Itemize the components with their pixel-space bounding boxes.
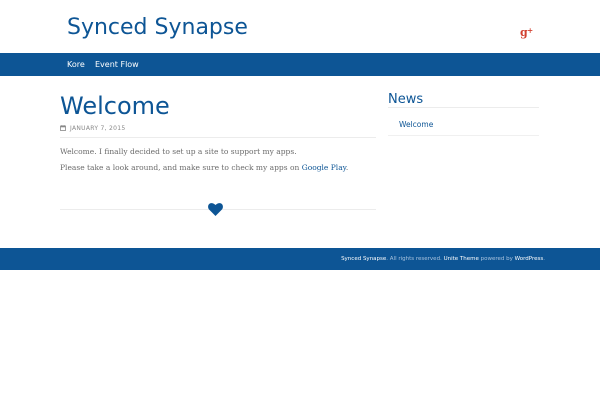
post-paragraph-2: Please take a look around, and make sure…: [60, 163, 348, 173]
post-paragraph-1: Welcome. I finally decided to set up a s…: [60, 147, 297, 156]
unite-theme-link[interactable]: Unite Theme: [444, 256, 479, 262]
post-date[interactable]: JANUARY 7, 2015: [70, 124, 126, 133]
google-plus-sign: +: [527, 26, 533, 35]
site-footer: Synced Synapse. All rights reserved. Uni…: [0, 248, 600, 270]
footer-powered-by: powered by: [480, 256, 513, 262]
site-title[interactable]: Synced Synapse: [67, 14, 248, 42]
footer-credits: Synced Synapse. All rights reserved. Uni…: [341, 248, 545, 270]
widget-title-divider: [388, 107, 539, 108]
footer-site-name: Synced Synapse: [341, 256, 387, 262]
paragraph-2-text: Please take a look around, and make sure…: [60, 163, 302, 172]
paragraph-2-end: .: [345, 163, 349, 172]
google-play-link[interactable]: Google Play: [302, 163, 346, 172]
widget-title-news: News: [388, 92, 424, 107]
post-title[interactable]: Welcome: [60, 92, 170, 120]
nav-item-event-flow[interactable]: Event Flow: [95, 53, 139, 76]
post-divider-top: [60, 137, 376, 138]
footer-end: .: [543, 256, 545, 262]
news-item-welcome[interactable]: Welcome: [399, 120, 433, 130]
site-header: Synced Synapse g+: [0, 0, 600, 53]
google-plus-icon[interactable]: g+: [520, 25, 533, 39]
calendar-icon: [60, 125, 66, 131]
heart-icon[interactable]: [208, 203, 223, 216]
nav-item-kore[interactable]: Kore: [67, 53, 85, 76]
wordpress-link[interactable]: WordPress: [515, 256, 544, 262]
main-navigation: Kore Event Flow: [0, 53, 600, 76]
widget-item-divider: [388, 135, 539, 136]
footer-rights: . All rights reserved.: [386, 256, 442, 262]
